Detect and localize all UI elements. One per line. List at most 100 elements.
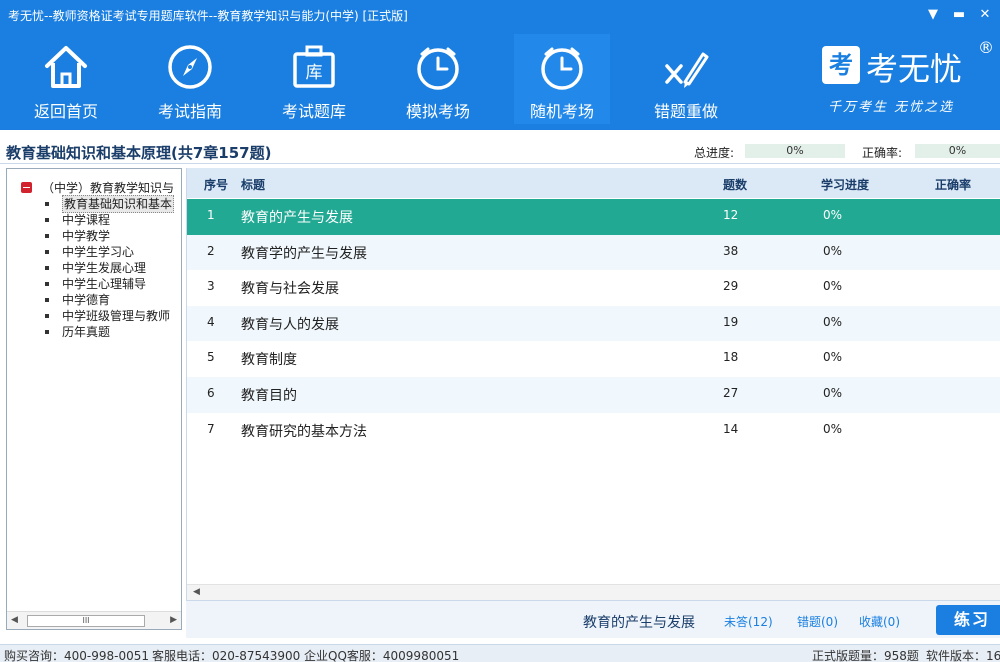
header-progress: 学习进度	[821, 178, 870, 192]
tree-item[interactable]: 中学班级管理与教师	[45, 308, 174, 324]
home-label: 返回首页	[33, 102, 98, 121]
table-row[interactable]: 6 教育目的 27 0%	[187, 376, 1000, 413]
table-row[interactable]: 2 教育学的产生与发展 38 0%	[187, 234, 1000, 271]
header-no: 序号	[204, 178, 229, 192]
row-count: 38	[723, 243, 739, 258]
tree-item-label: 中学教学	[62, 229, 111, 243]
current-chapter-name: 教育的产生与发展	[583, 615, 695, 631]
table-row[interactable]: 1 教育的产生与发展 12 0%	[187, 199, 1000, 235]
main-toolbar: 返回首页 考试指南 库 考试题库 模拟考场 随机考场 错题重做 考 考无忧 ® …	[0, 30, 1000, 130]
scroll-right-icon[interactable]: ▶	[170, 615, 177, 625]
table-header: 序号 标题 题数 学习进度 正确率	[187, 168, 1000, 198]
dropdown-icon[interactable]: ▼	[924, 6, 942, 24]
row-progress: 0%	[823, 279, 843, 294]
tree-item[interactable]: 中学德育	[45, 292, 174, 308]
tree-item-label: 中学班级管理与教师	[62, 309, 171, 323]
table-row[interactable]: 5 教育制度 18 0%	[187, 341, 1000, 377]
unanswered-link[interactable]: 未答(12)	[724, 613, 773, 630]
compass-icon	[168, 45, 212, 89]
tree-root-label: （中学）教育教学知识与	[42, 181, 175, 195]
tree-item-label: 中学生学习心	[62, 245, 135, 259]
row-title: 教育目的	[241, 387, 297, 404]
brand-logo: 考 考无忧 ® 千万考生 无忧之选	[818, 38, 994, 122]
mock-exam-label: 模拟考场	[405, 102, 470, 121]
window-title: 考无忧--教师资格证考试专用题库软件--教育教学知识与能力(中学) [正式版]	[8, 9, 408, 23]
random-exam-label: 随机考场	[529, 102, 594, 121]
row-progress: 0%	[823, 385, 843, 400]
exam-guide-button[interactable]: 考试指南	[142, 34, 238, 124]
row-count: 27	[723, 385, 739, 400]
wrong-redo-label: 错题重做	[653, 102, 718, 121]
minimize-icon[interactable]: ▬	[950, 6, 968, 24]
random-exam-button[interactable]: 随机考场	[514, 34, 610, 124]
total-questions: 正式版题量：958题	[812, 649, 919, 662]
tree-root[interactable]: （中学）教育教学知识与	[21, 179, 174, 196]
total-progress-bar: 0%	[745, 144, 845, 158]
tree-item[interactable]: 教育基础知识和基本	[45, 195, 175, 213]
wrong-questions-link[interactable]: 错题(0)	[797, 613, 838, 630]
service-phone: 客服电话：020-87543900	[152, 649, 301, 662]
header-title: 标题	[241, 178, 266, 192]
tree-item[interactable]: 中学生心理辅导	[45, 276, 174, 292]
window-controls: ▼ ▬ ✕	[924, 6, 994, 24]
collapse-icon[interactable]	[21, 182, 32, 193]
row-count: 29	[723, 279, 739, 294]
brand-slogan: 千万考生 无忧之选	[828, 100, 955, 115]
table-row[interactable]: 4 教育与人的发展 19 0%	[187, 305, 1000, 342]
question-bank-icon: 库	[293, 45, 335, 88]
tree-item[interactable]: 中学教学	[45, 228, 174, 244]
row-title: 教育研究的基本方法	[241, 423, 367, 440]
table-horizontal-scrollbar[interactable]: ◀	[187, 584, 1000, 600]
tree-item[interactable]: 中学生学习心	[45, 244, 174, 260]
accuracy-bar: 0%	[915, 144, 1000, 158]
scroll-thumb[interactable]: III	[27, 615, 145, 627]
tree-horizontal-scrollbar[interactable]: ◀ III ▶	[7, 611, 181, 629]
tree-item[interactable]: 历年真题	[45, 324, 174, 340]
tree-item-label: 教育基础知识和基本	[62, 195, 175, 213]
close-icon[interactable]: ✕	[976, 6, 994, 24]
row-number: 2	[207, 243, 215, 258]
table-body: 1 教育的产生与发展 12 0% 2 教育学的产生与发展 38 0% 3 教育与社会发展 29 0% 4…	[187, 199, 1000, 448]
row-progress: 0%	[823, 350, 843, 365]
status-bar: 购买咨询：400-998-0051 客服电话：020-87543900 企业QQ…	[0, 644, 1000, 662]
registered-mark: ®	[978, 38, 994, 57]
row-count: 14	[723, 421, 739, 436]
row-title: 教育学的产生与发展	[241, 245, 367, 262]
row-number: 3	[207, 279, 215, 294]
favorites-link[interactable]: 收藏(0)	[859, 613, 900, 630]
tree-item[interactable]: 中学课程	[45, 212, 174, 228]
table-row[interactable]: 3 教育与社会发展 29 0%	[187, 270, 1000, 306]
wrong-redo-icon	[665, 52, 709, 88]
row-progress: 0%	[823, 314, 843, 329]
logo-mark: 考	[822, 46, 860, 84]
practice-button[interactable]: 练习	[936, 605, 1000, 635]
question-bank-label: 考试题库	[281, 102, 346, 121]
accuracy-value: 0%	[948, 144, 967, 157]
question-bank-button[interactable]: 库 考试题库	[266, 34, 362, 124]
row-title: 教育与社会发展	[241, 281, 339, 298]
tree-item[interactable]: 中学生发展心理	[45, 260, 174, 276]
accuracy-label: 正确率:	[862, 146, 903, 160]
header-accuracy: 正确率	[935, 178, 972, 192]
brand-name: 考无忧	[866, 50, 963, 88]
title-bar: 考无忧--教师资格证考试专用题库软件--教育教学知识与能力(中学) [正式版] …	[0, 0, 1000, 30]
row-number: 4	[207, 314, 215, 329]
tree-item-label: 中学生发展心理	[62, 261, 147, 275]
tree-item-label: 中学课程	[62, 213, 111, 227]
row-count: 18	[723, 350, 739, 365]
wrong-redo-button[interactable]: 错题重做	[638, 34, 734, 124]
row-title: 教育与人的发展	[241, 316, 339, 333]
purchase-hotline: 购买咨询：400-998-0051	[4, 649, 150, 662]
scroll-left-icon[interactable]: ◀	[193, 587, 200, 597]
section-title: 教育基础知识和基本原理(共7章157题)	[6, 144, 272, 162]
row-progress: 0%	[823, 243, 843, 258]
row-count: 19	[723, 314, 739, 329]
row-progress: 0%	[823, 421, 843, 436]
row-progress: 0%	[823, 208, 843, 222]
mock-exam-button[interactable]: 模拟考场	[390, 34, 486, 124]
table-row[interactable]: 7 教育研究的基本方法 14 0%	[187, 413, 1000, 449]
scroll-left-icon[interactable]: ◀	[11, 615, 18, 625]
chapter-tree[interactable]: （中学）教育教学知识与 教育基础知识和基本 中学课程中学教学中学生学习心 中学生发展…	[6, 168, 182, 630]
clock-icon	[541, 47, 583, 90]
home-button[interactable]: 返回首页	[18, 34, 114, 124]
